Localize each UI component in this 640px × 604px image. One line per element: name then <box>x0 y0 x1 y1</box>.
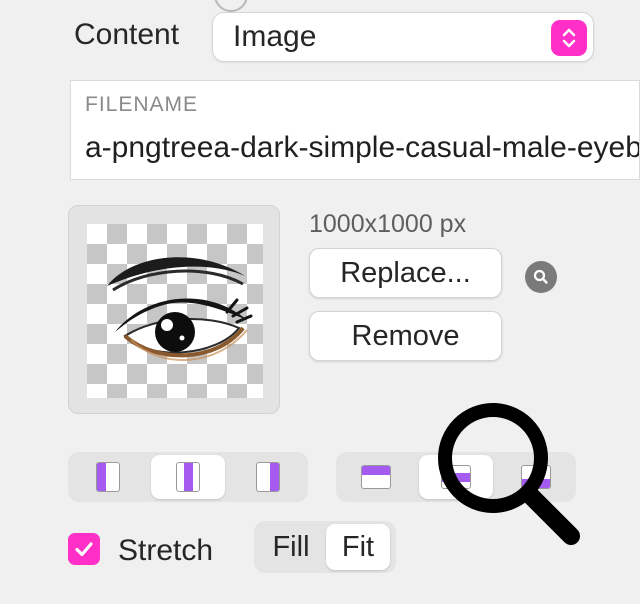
scale-mode-control: Fill Fit <box>254 521 396 573</box>
horizontal-alignment-control <box>68 452 308 502</box>
content-type-value: Image <box>233 20 317 53</box>
image-dimensions: 1000x1000 px <box>309 210 467 238</box>
magnify-preview-icon[interactable] <box>525 261 557 293</box>
eye-image <box>107 257 253 362</box>
stretch-label: Stretch <box>118 534 214 567</box>
filename-value: a-pngtreea-dark-simple-casual-male-eyebr… <box>85 131 639 164</box>
vertical-alignment-control <box>336 452 576 502</box>
align-center-button[interactable] <box>151 455 225 499</box>
stretch-checkbox[interactable] <box>68 533 100 565</box>
align-left-icon <box>96 462 120 492</box>
fit-option[interactable]: Fit <box>326 524 390 570</box>
align-left-button[interactable] <box>71 455 145 499</box>
remove-button[interactable]: Remove <box>309 311 502 361</box>
content-label: Content <box>74 18 180 51</box>
align-bottom-button[interactable] <box>499 455 573 499</box>
filename-field[interactable]: FILENAME a-pngtreea-dark-simple-casual-m… <box>70 80 640 180</box>
replace-button[interactable]: Replace... <box>309 248 502 298</box>
filename-label: FILENAME <box>85 93 199 116</box>
top-stepper-knob[interactable] <box>214 0 248 12</box>
fill-option[interactable]: Fill <box>258 524 324 570</box>
align-top-icon <box>361 465 391 489</box>
align-bottom-icon <box>521 465 551 489</box>
align-right-icon <box>256 462 280 492</box>
align-middle-button[interactable] <box>419 455 493 499</box>
align-center-icon <box>176 462 200 492</box>
align-top-button[interactable] <box>339 455 413 499</box>
content-type-select[interactable]: Image <box>212 12 594 62</box>
align-middle-icon <box>441 465 471 489</box>
chevron-updown-icon[interactable] <box>551 20 587 56</box>
image-thumbnail[interactable] <box>68 205 280 414</box>
transparency-checkerboard <box>87 224 263 398</box>
align-right-button[interactable] <box>231 455 305 499</box>
checkmark-icon <box>75 542 93 557</box>
